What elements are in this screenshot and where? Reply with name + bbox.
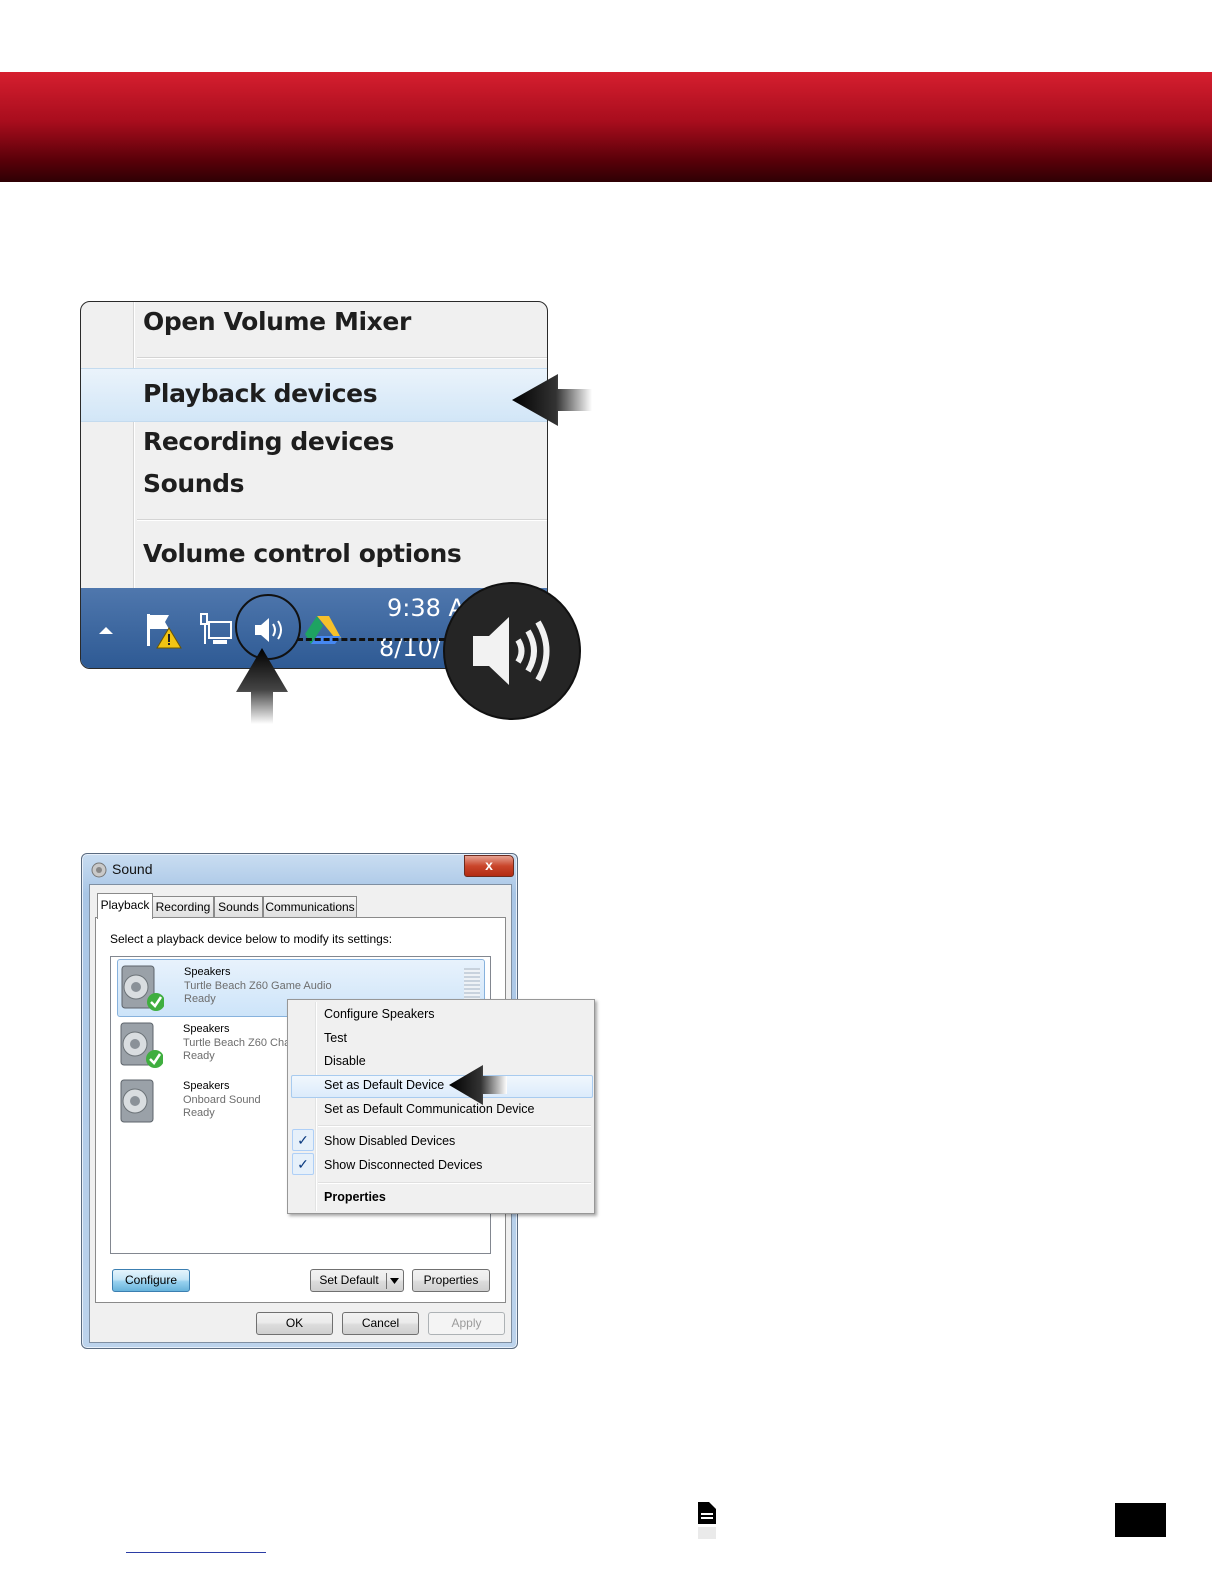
device-status: Ready bbox=[183, 1050, 215, 1062]
speaker-device-icon bbox=[120, 1079, 154, 1123]
header-banner bbox=[0, 72, 1212, 182]
menu-item-set-default-device[interactable]: Set as Default Device bbox=[324, 1078, 444, 1092]
speaker-device-icon bbox=[121, 965, 164, 1011]
close-button[interactable]: x bbox=[464, 855, 514, 877]
show-hidden-icons-arrow[interactable] bbox=[97, 624, 115, 636]
speaker-device-icon bbox=[120, 1022, 163, 1068]
arrow-left-icon bbox=[449, 1065, 507, 1105]
menu-item-disable[interactable]: Disable bbox=[324, 1054, 366, 1068]
menu-item-configure-speakers[interactable]: Configure Speakers bbox=[324, 1007, 434, 1021]
menu-item-properties[interactable]: Properties bbox=[324, 1190, 386, 1204]
chevron-down-icon[interactable] bbox=[386, 1272, 402, 1290]
arrow-left-icon bbox=[512, 374, 592, 426]
device-status: Ready bbox=[184, 993, 216, 1005]
menu-item-test[interactable]: Test bbox=[324, 1031, 347, 1045]
tab-sounds[interactable]: Sounds bbox=[214, 896, 263, 918]
menu-item-volume-control-options[interactable]: Volume control options bbox=[143, 539, 462, 568]
device-description: Onboard Sound bbox=[183, 1094, 261, 1106]
device-name: Speakers bbox=[184, 966, 231, 978]
tab-playback[interactable]: Playback bbox=[97, 893, 153, 919]
window-title: Sound bbox=[112, 861, 153, 877]
device-context-menu: Configure Speakers Test Disable Set as D… bbox=[287, 999, 595, 1214]
instruction-text: Select a playback device below to modify… bbox=[110, 932, 393, 946]
network-icon[interactable] bbox=[197, 610, 237, 650]
menu-item-show-disabled-devices[interactable]: Show Disabled Devices bbox=[324, 1134, 455, 1148]
ok-button[interactable]: OK bbox=[256, 1312, 333, 1335]
configure-button[interactable]: Configure bbox=[112, 1269, 190, 1292]
speaker-icon bbox=[473, 617, 550, 685]
properties-button[interactable]: Properties bbox=[412, 1269, 490, 1292]
arrow-up-icon bbox=[236, 648, 288, 724]
menu-separator bbox=[318, 1182, 591, 1184]
sound-app-icon bbox=[91, 862, 107, 878]
device-name: Speakers bbox=[183, 1080, 230, 1092]
device-status: Ready bbox=[183, 1107, 215, 1119]
menu-item-open-volume-mixer[interactable]: Open Volume Mixer bbox=[143, 307, 411, 336]
page-number-box bbox=[1115, 1503, 1166, 1537]
menu-gutter bbox=[315, 1002, 317, 1211]
menu-separator bbox=[318, 1125, 591, 1127]
device-name: Speakers bbox=[183, 1023, 230, 1035]
tab-recording[interactable]: Recording bbox=[152, 896, 214, 918]
apply-button[interactable]: Apply bbox=[428, 1312, 505, 1335]
tab-communications[interactable]: Communications bbox=[263, 896, 357, 918]
menu-separator bbox=[137, 357, 547, 359]
cancel-button[interactable]: Cancel bbox=[342, 1312, 419, 1335]
menu-item-recording-devices[interactable]: Recording devices bbox=[143, 427, 394, 456]
document-icon bbox=[698, 1502, 716, 1539]
menu-gutter-highlight bbox=[134, 302, 135, 588]
menu-item-show-disconnected-devices[interactable]: Show Disconnected Devices bbox=[324, 1158, 482, 1172]
footer-link-underline[interactable] bbox=[126, 1552, 266, 1553]
action-center-flag-icon[interactable] bbox=[143, 610, 183, 650]
speaker-zoom-callout bbox=[443, 582, 581, 720]
device-description: Turtle Beach Z60 Game Audio bbox=[184, 980, 332, 992]
checkmark-icon: ✓ bbox=[292, 1153, 314, 1175]
menu-item-sounds[interactable]: Sounds bbox=[143, 469, 245, 498]
menu-separator bbox=[137, 519, 547, 521]
checkmark-icon: ✓ bbox=[292, 1129, 314, 1151]
menu-item-playback-devices[interactable]: Playback devices bbox=[143, 379, 378, 408]
callout-dashed-line bbox=[297, 638, 445, 641]
